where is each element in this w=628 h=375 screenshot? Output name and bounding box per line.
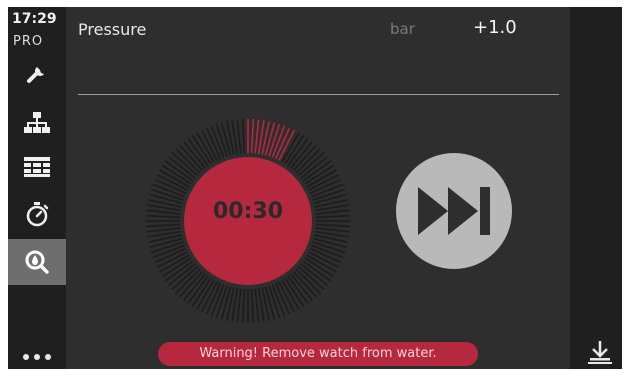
grid-icon [24, 157, 50, 177]
stopwatch-icon [26, 202, 49, 227]
dive-search-icon [25, 250, 49, 274]
timer-tick [264, 122, 276, 156]
timer-tick [290, 273, 313, 301]
timer-tick [315, 214, 350, 219]
timer-tick [292, 270, 317, 298]
timer-tick [236, 119, 242, 154]
wrench-icon [27, 67, 44, 83]
warning-banner: Warning! Remove watch from water. [158, 342, 478, 366]
timer-display: 00:30 [212, 199, 284, 224]
timer-tick [183, 141, 206, 169]
timer-tick [175, 268, 201, 294]
sidebar-item-dive-search[interactable] [8, 239, 66, 285]
timer-tick [171, 265, 199, 290]
timer-tick [179, 270, 204, 298]
timer-tick [297, 152, 325, 177]
timer-tick [300, 156, 328, 179]
sidebar-item-grid[interactable] [8, 147, 66, 187]
timer-tick [297, 265, 325, 290]
timer-tick [168, 156, 196, 179]
clock-time: 17:29 [12, 11, 57, 27]
right-bar [570, 7, 622, 369]
timer-tick [254, 119, 260, 154]
metric-value: +1.0 [473, 17, 517, 38]
timer-tick [168, 263, 196, 286]
network-icon [24, 112, 50, 133]
timer-tick [295, 148, 321, 174]
timer-tick [315, 227, 350, 233]
timer-tick [236, 288, 242, 323]
timer-tick [220, 122, 232, 156]
timer-tick [146, 209, 181, 215]
sidebar: 17:29 PRO [8, 7, 66, 369]
timer-tick [290, 141, 313, 169]
timer-tick [179, 144, 204, 172]
mode-label: PRO [13, 34, 44, 49]
timer-tick [315, 223, 350, 228]
timer-tick [146, 223, 181, 228]
more-dots-icon[interactable] [22, 353, 52, 361]
timer-tick [250, 119, 255, 154]
timer-tick [175, 148, 201, 174]
timer-tick [254, 288, 260, 323]
timer-tick [313, 193, 347, 205]
timer-tick [241, 288, 246, 323]
timer-tick [300, 263, 328, 286]
sidebar-item-tools[interactable] [8, 55, 66, 95]
metric-label: Pressure [78, 20, 147, 39]
skip-forward-icon[interactable] [396, 153, 512, 269]
sidebar-item-network[interactable] [8, 102, 66, 142]
divider [78, 94, 559, 95]
timer-tick [146, 227, 181, 233]
timer-tick [264, 286, 276, 320]
download-icon[interactable] [588, 339, 612, 365]
timer-tick [250, 288, 255, 323]
metric-unit: bar [390, 20, 415, 38]
timer-tick [149, 237, 183, 249]
sidebar-item-stopwatch[interactable] [8, 194, 66, 234]
timer-tick [292, 144, 317, 172]
timer-tick [315, 209, 350, 215]
timer-tick [220, 286, 232, 320]
timer-tick [149, 193, 183, 205]
timer-tick [241, 119, 246, 154]
timer-tick [171, 152, 199, 177]
timer-tick [295, 268, 321, 294]
screen: 17:29 PRO Pressure bar +1.0 00:30 Warnin… [8, 7, 622, 369]
timer-tick [146, 214, 181, 219]
timer-tick [183, 273, 206, 301]
timer-tick [313, 237, 347, 249]
